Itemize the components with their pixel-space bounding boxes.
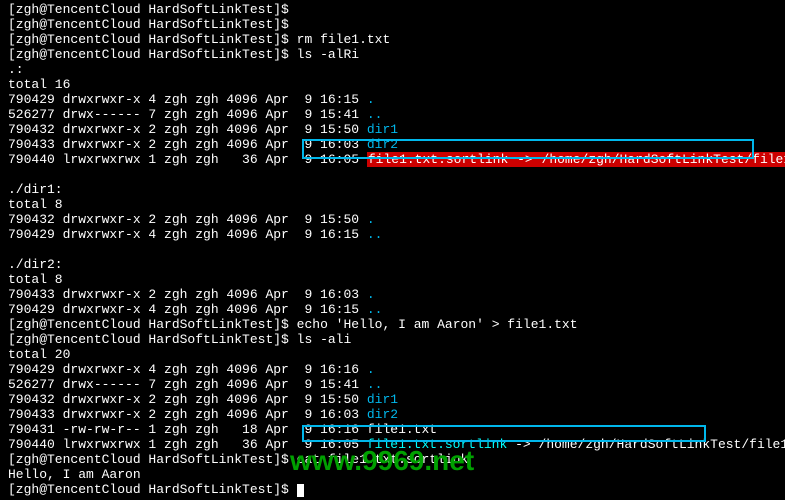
ls-name: .	[367, 362, 375, 377]
symlink-arrow: ->	[509, 152, 540, 167]
ls-name: ..	[367, 377, 383, 392]
ls-name: dir2	[367, 407, 398, 422]
ls-row: 790433 drwxrwxr-x 2 zgh zgh 4096 Apr 9 1…	[8, 407, 367, 422]
ls-total: total 20	[8, 347, 70, 362]
ls-row: 790440 lrwxrwxrwx 1 zgh zgh 36 Apr 9 16:…	[8, 437, 367, 452]
shell-prompt: [zgh@TencentCloud HardSoftLinkTest]$	[8, 482, 289, 497]
shell-prompt: [zgh@TencentCloud HardSoftLinkTest]$	[8, 332, 289, 347]
ls-name: .	[367, 212, 375, 227]
ls-section-header: ./dir1:	[8, 182, 63, 197]
ls-name: dir1	[367, 392, 398, 407]
ls-total: total 8	[8, 197, 63, 212]
shell-prompt: [zgh@TencentCloud HardSoftLinkTest]$	[8, 317, 289, 332]
command-ls-ali: ls -ali	[297, 332, 352, 347]
ls-name: ..	[367, 107, 383, 122]
shell-prompt: [zgh@TencentCloud HardSoftLinkTest]$	[8, 32, 289, 47]
ls-row: 790433 drwxrwxr-x 2 zgh zgh 4096 Apr 9 1…	[8, 287, 367, 302]
ls-row: 790429 drwxrwxr-x 4 zgh zgh 4096 Apr 9 1…	[8, 92, 367, 107]
shell-prompt: [zgh@TencentCloud HardSoftLinkTest]$	[8, 2, 289, 17]
symlink-name: file1.txt.sortlink	[367, 437, 507, 452]
ls-row: 790440 lrwxrwxrwx 1 zgh zgh 36 Apr 9 16:…	[8, 152, 367, 167]
ls-row: 790433 drwxrwxr-x 2 zgh zgh 4096 Apr 9 1…	[8, 137, 367, 152]
ls-row: 790432 drwxrwxr-x 2 zgh zgh 4096 Apr 9 1…	[8, 392, 367, 407]
shell-prompt: [zgh@TencentCloud HardSoftLinkTest]$	[8, 452, 289, 467]
command-rm: rm file1.txt	[297, 32, 391, 47]
ls-name: .	[367, 287, 375, 302]
ls-name: dir1	[367, 122, 398, 137]
symlink-target-broken: /home/zgh/HardSoftLinkTest/file1.txt	[541, 152, 785, 167]
ls-name: dir2	[367, 137, 398, 152]
symlink-target: /home/zgh/HardSoftLinkTest/file1.txt	[539, 437, 785, 452]
ls-row: 790432 drwxrwxr-x 2 zgh zgh 4096 Apr 9 1…	[8, 212, 367, 227]
shell-prompt: [zgh@TencentCloud HardSoftLinkTest]$	[8, 17, 289, 32]
command-echo: echo 'Hello, I am Aaron' > file1.txt	[297, 317, 578, 332]
symlink-arrow: ->	[507, 437, 538, 452]
ls-row: 526277 drwx------ 7 zgh zgh 4096 Apr 9 1…	[8, 377, 367, 392]
ls-section-header: ./dir2:	[8, 257, 63, 272]
ls-name: file1.txt	[367, 422, 437, 437]
cat-output: Hello, I am Aaron	[8, 467, 141, 482]
command-cat: cat file1.txt.sortlink	[297, 452, 469, 467]
terminal-output[interactable]: [zgh@TencentCloud HardSoftLinkTest]$ [zg…	[8, 2, 785, 497]
ls-name: .	[367, 92, 375, 107]
ls-total: total 16	[8, 77, 70, 92]
symlink-name-broken: file1.txt.sortlink	[367, 152, 509, 167]
cursor	[297, 484, 304, 497]
ls-row: 790429 drwxrwxr-x 4 zgh zgh 4096 Apr 9 1…	[8, 302, 367, 317]
ls-name: ..	[367, 302, 383, 317]
ls-section-header: .:	[8, 62, 24, 77]
ls-total: total 8	[8, 272, 63, 287]
command-ls-alri: ls -alRi	[297, 47, 359, 62]
ls-row: 790432 drwxrwxr-x 2 zgh zgh 4096 Apr 9 1…	[8, 122, 367, 137]
ls-row: 790431 -rw-rw-r-- 1 zgh zgh 18 Apr 9 16:…	[8, 422, 367, 437]
ls-name: ..	[367, 227, 383, 242]
ls-row: 526277 drwx------ 7 zgh zgh 4096 Apr 9 1…	[8, 107, 367, 122]
shell-prompt: [zgh@TencentCloud HardSoftLinkTest]$	[8, 47, 289, 62]
ls-row: 790429 drwxrwxr-x 4 zgh zgh 4096 Apr 9 1…	[8, 362, 367, 377]
ls-row: 790429 drwxrwxr-x 4 zgh zgh 4096 Apr 9 1…	[8, 227, 367, 242]
